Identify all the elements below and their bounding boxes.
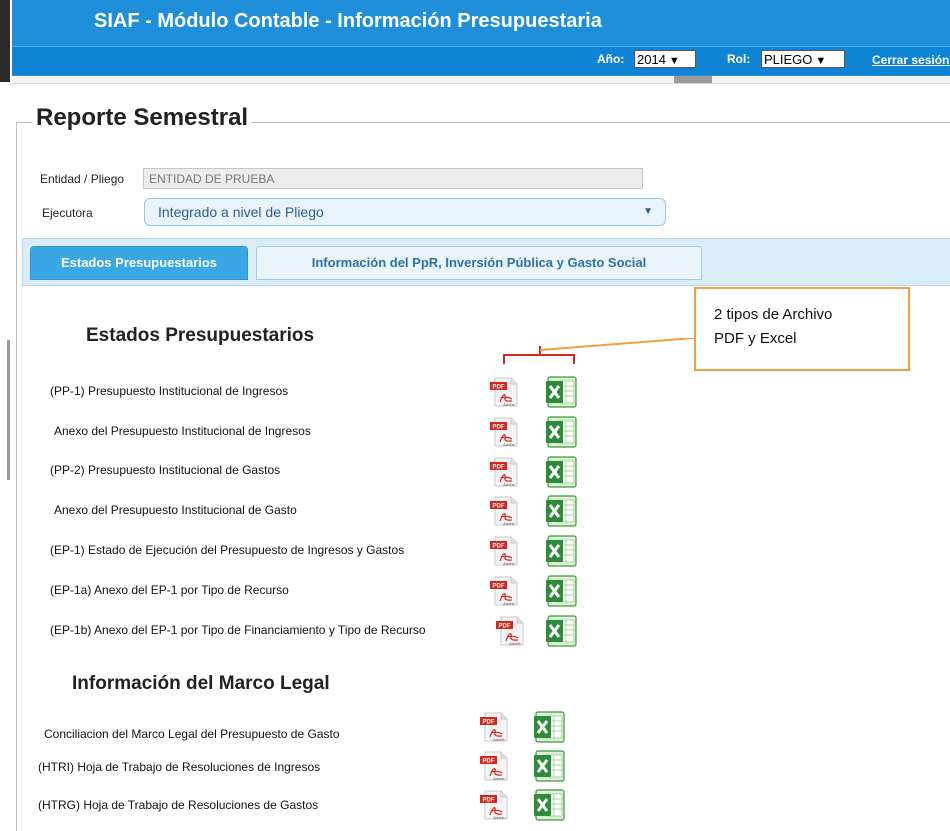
excel-file-icon[interactable] — [532, 710, 566, 744]
excel-file-icon[interactable] — [532, 788, 566, 822]
entidad-field[interactable]: ENTIDAD DE PRUEBA — [143, 168, 643, 189]
left-dark-strip — [0, 0, 10, 82]
excel-file-icon[interactable] — [544, 534, 578, 568]
excel-file-icon[interactable] — [532, 749, 566, 783]
fieldset-border-left — [16, 122, 17, 831]
excel-file-icon[interactable] — [544, 614, 578, 648]
subbar-marker — [674, 76, 712, 83]
pdf-file-icon[interactable] — [494, 614, 528, 648]
report-item-ep1b: (EP-1b) Anexo del EP-1 por Tipo de Finan… — [50, 623, 426, 637]
pdf-file-icon[interactable] — [488, 574, 522, 608]
pdf-file-icon[interactable] — [478, 749, 512, 783]
pdf-file-icon[interactable] — [488, 455, 522, 489]
bracket-annotation — [503, 338, 695, 364]
tab-informacion-ppr[interactable]: Información del PpR, Inversión Pública y… — [256, 246, 702, 280]
role-select[interactable]: PLIEGO ▼ — [761, 50, 845, 68]
excel-file-icon[interactable] — [544, 494, 578, 528]
page-title: Reporte Semestral — [32, 104, 253, 132]
year-label: Año: — [597, 52, 625, 66]
pdf-file-icon[interactable] — [488, 375, 522, 409]
report-item-htri: (HTRI) Hoja de Trabajo de Resoluciones d… — [38, 760, 321, 774]
year-select[interactable]: 2014 ▼ — [634, 50, 696, 68]
role-select-value: PLIEGO — [764, 52, 813, 67]
ejecutora-label: Ejecutora — [42, 206, 93, 220]
year-select-value: 2014 — [637, 52, 666, 67]
estados-section-title: Estados Presupuestarios — [86, 325, 315, 346]
app-title: SIAF - Módulo Contable - Información Pre… — [94, 10, 602, 32]
role-label: Rol: — [727, 52, 751, 66]
window-grip — [7, 340, 10, 480]
pdf-file-icon[interactable] — [488, 415, 522, 449]
report-item-anexo-ingresos: Anexo del Presupuesto Institucional de I… — [54, 424, 311, 438]
excel-file-icon[interactable] — [544, 574, 578, 608]
report-item-pp2: (PP-2) Presupuesto Institucional de Gast… — [50, 463, 281, 477]
header-subbar — [12, 76, 950, 84]
excel-file-icon[interactable] — [544, 375, 578, 409]
chevron-down-icon: ▼ — [643, 206, 653, 217]
pdf-file-icon[interactable] — [478, 710, 512, 744]
pdf-file-icon[interactable] — [478, 788, 512, 822]
ejecutora-select[interactable]: Integrado a nivel de Pliego ▼ — [144, 198, 666, 226]
report-item-ep1a: (EP-1a) Anexo del EP-1 por Tipo de Recur… — [50, 583, 289, 597]
ejecutora-select-value: Integrado a nivel de Pliego — [158, 204, 324, 220]
pdf-file-icon[interactable] — [488, 494, 522, 528]
callout-line-1: 2 tipos de Archivo — [714, 306, 833, 323]
chevron-down-icon: ▼ — [668, 55, 680, 67]
entidad-label: Entidad / Pliego — [40, 172, 125, 186]
report-item-conciliacion: Conciliacion del Marco Legal del Presupu… — [44, 727, 340, 741]
callout-line-2: PDF y Excel — [714, 330, 797, 347]
annotation-callout: 2 tipos de Archivo PDF y Excel — [694, 287, 910, 371]
logout-link[interactable]: Cerrar sesión — [872, 53, 949, 67]
report-item-htrg: (HTRG) Hoja de Trabajo de Resoluciones d… — [38, 798, 319, 812]
report-item-anexo-gasto: Anexo del Presupuesto Institucional de G… — [54, 503, 297, 517]
excel-file-icon[interactable] — [544, 415, 578, 449]
chevron-down-icon: ▼ — [815, 55, 827, 67]
left-edge — [0, 0, 12, 831]
tab-estados-presupuestarios[interactable]: Estados Presupuestarios — [30, 246, 248, 280]
pdf-file-icon[interactable] — [488, 534, 522, 568]
report-item-ep1: (EP-1) Estado de Ejecución del Presupues… — [50, 543, 405, 557]
excel-file-icon[interactable] — [544, 455, 578, 489]
marco-section-title: Información del Marco Legal — [72, 673, 330, 694]
report-item-pp1: (PP-1) Presupuesto Institucional de Ingr… — [50, 384, 289, 398]
